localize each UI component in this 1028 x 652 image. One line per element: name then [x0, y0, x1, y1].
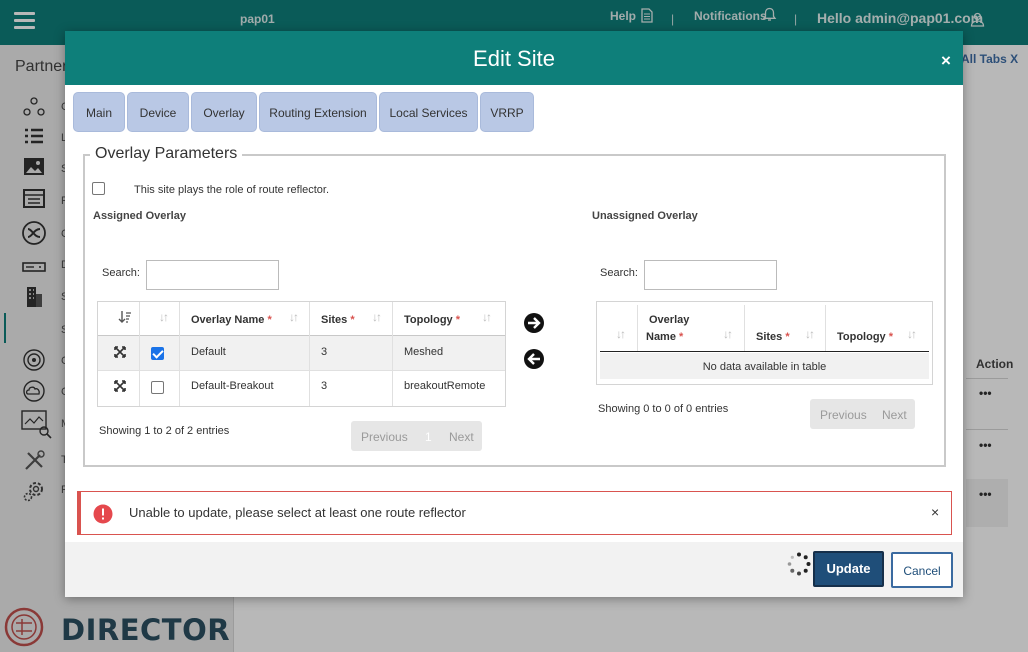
column-divider	[139, 302, 140, 406]
column-divider	[392, 302, 393, 406]
column-header-sites[interactable]: Sites *	[321, 314, 355, 326]
modal-footer: Update Cancel	[65, 542, 963, 597]
overlay-parameters-section: Overlay Parameters This site plays the r…	[83, 145, 946, 467]
column-divider	[825, 305, 826, 351]
sort-icon[interactable]: ↓↑	[616, 327, 626, 341]
route-reflector-label: This site plays the role of route reflec…	[134, 184, 330, 196]
modal-close-icon[interactable]: ×	[941, 51, 951, 71]
column-header-overlay-name[interactable]: Overlay Name *	[191, 314, 272, 326]
tab-routing-extension[interactable]: Routing Extension	[259, 92, 377, 132]
tab-local-services[interactable]: Local Services	[379, 92, 478, 132]
route-reflector-checkbox[interactable]	[92, 182, 105, 195]
empty-table-message: No data available in table	[702, 361, 827, 373]
sort-icon[interactable]: ↓↑	[723, 327, 733, 341]
column-header-overlay-name[interactable]: Overlay	[649, 314, 689, 326]
tab-main[interactable]: Main	[73, 92, 125, 132]
loading-spinner-icon	[787, 552, 811, 576]
assigned-table-info: Showing 1 to 2 of 2 entries	[99, 425, 230, 437]
alert-close-icon[interactable]: ×	[931, 504, 939, 520]
unassigned-table-info: Showing 0 to 0 of 0 entries	[598, 403, 729, 415]
column-header-sites[interactable]: Sites *	[756, 331, 790, 343]
unassigned-overlay-title: Unassigned Overlay	[592, 210, 698, 222]
next-button[interactable]: Next	[882, 408, 907, 422]
section-title: Overlay Parameters	[90, 145, 243, 163]
arrow-right-icon[interactable]	[523, 312, 545, 334]
page-number[interactable]: 1	[425, 430, 432, 444]
table-header-divider	[600, 351, 929, 352]
column-header-topology[interactable]: Topology *	[404, 314, 460, 326]
column-divider	[637, 305, 638, 351]
tab-device[interactable]: Device	[127, 92, 189, 132]
cancel-button[interactable]: Cancel	[891, 552, 953, 588]
sort-icon[interactable]: ↓↑	[482, 310, 492, 324]
overlay-name-cell: Default	[191, 346, 226, 358]
column-header-overlay-name[interactable]: Name *	[646, 331, 683, 343]
expand-icon[interactable]	[114, 380, 126, 392]
sites-cell: 3	[321, 380, 328, 392]
topology-cell: breakoutRemote	[404, 380, 486, 392]
modal-header: Edit Site ×	[65, 31, 963, 85]
unassigned-pagination: Previous Next	[810, 399, 915, 429]
assigned-overlay-table: ↓↑ Overlay Name * ↓↑ Sites * ↓↑ Topology…	[97, 301, 506, 407]
unassigned-overlay-table: ↓↑ Overlay Name * ↓↑ Sites * ↓↑ Topology…	[596, 301, 933, 385]
assigned-overlay-title: Assigned Overlay	[93, 210, 186, 222]
sites-cell: 3	[321, 346, 328, 358]
expand-icon[interactable]	[114, 346, 126, 358]
topology-cell: Meshed	[404, 346, 444, 358]
error-alert: Unable to update, please select at least…	[77, 491, 952, 535]
sort-icon[interactable]: ↓↑	[907, 327, 917, 341]
overlay-row-checkbox[interactable]	[151, 347, 164, 360]
error-message: Unable to update, please select at least…	[129, 505, 466, 520]
error-icon	[93, 504, 113, 524]
unassigned-search-label: Search:	[600, 267, 638, 279]
sort-icon[interactable]: ↓↑	[289, 310, 299, 324]
column-header-topology[interactable]: Topology *	[837, 331, 893, 343]
overlay-name-cell: Default-Breakout	[191, 380, 274, 392]
sort-icon[interactable]: ↓↑	[805, 327, 815, 341]
sort-icon[interactable]	[118, 310, 132, 324]
update-button[interactable]: Update	[813, 551, 884, 587]
overlay-row-checkbox[interactable]	[151, 381, 164, 394]
tab-overlay[interactable]: Overlay	[191, 92, 257, 132]
tab-vrrp[interactable]: VRRP	[480, 92, 534, 132]
unassigned-search-input[interactable]	[644, 260, 777, 290]
column-divider	[179, 302, 180, 406]
previous-button[interactable]: Previous	[361, 430, 408, 444]
sort-icon[interactable]: ↓↑	[372, 310, 382, 324]
previous-button[interactable]: Previous	[820, 408, 867, 422]
assigned-search-label: Search:	[102, 267, 140, 279]
sort-icon[interactable]: ↓↑	[159, 310, 169, 324]
next-button[interactable]: Next	[449, 430, 474, 444]
table-row-divider	[98, 370, 505, 371]
arrow-left-icon[interactable]	[523, 348, 545, 370]
assigned-pagination: Previous 1 Next	[351, 421, 482, 451]
column-divider	[744, 305, 745, 351]
column-divider	[309, 302, 310, 406]
assigned-search-input[interactable]	[146, 260, 279, 290]
modal-title: Edit Site	[473, 46, 555, 71]
edit-site-modal: Edit Site × Main Device Overlay Routing …	[65, 31, 963, 597]
